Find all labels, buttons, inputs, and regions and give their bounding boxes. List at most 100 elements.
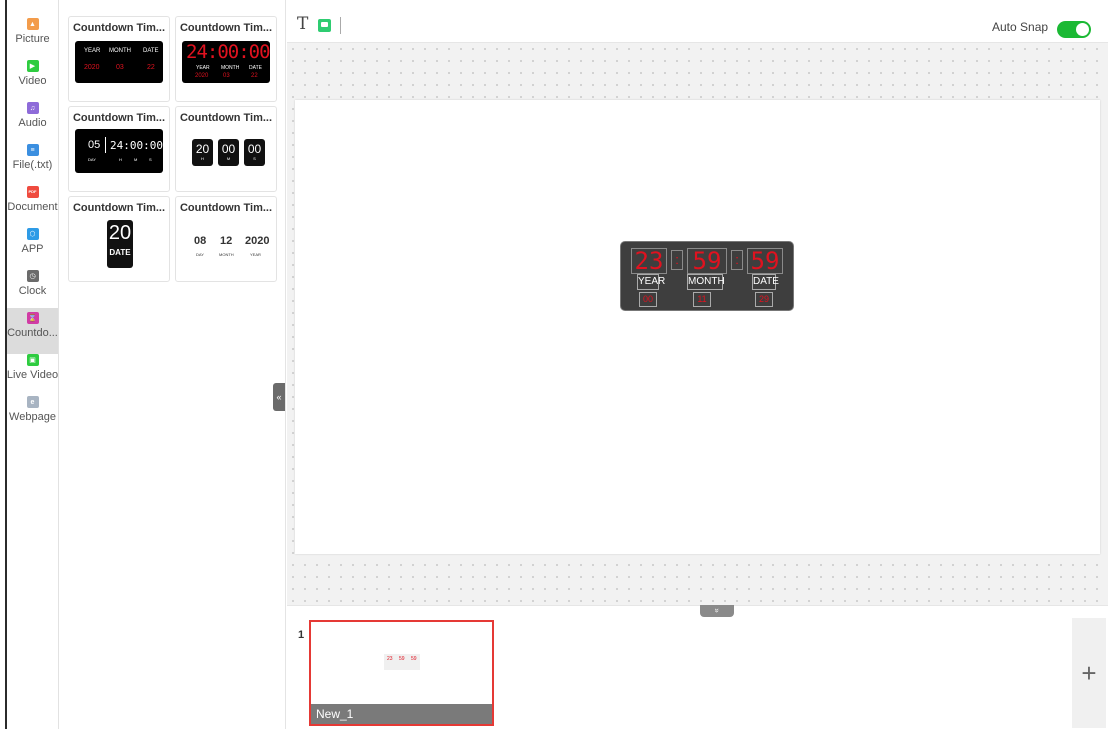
sidebar-item-label: Clock xyxy=(18,285,47,297)
thumbnail-preview: 23 59 59 xyxy=(384,654,420,670)
template-card-title: Countdown Tim... xyxy=(72,112,166,124)
template-card-title: Countdown Tim... xyxy=(72,22,166,34)
preview-digit: 00 xyxy=(247,142,262,156)
pdf-icon: PDF xyxy=(26,186,39,198)
preview-value: 22 xyxy=(251,73,258,79)
preview-number: 12 xyxy=(220,235,233,247)
preview-label: S xyxy=(253,156,256,161)
preview-label: S xyxy=(149,157,152,162)
template-card-title: Countdown Tim... xyxy=(179,22,273,34)
sidebar-item-label: Live Video xyxy=(6,369,59,381)
sidebar-item-label: Countdo... xyxy=(7,327,58,339)
program-name: New_1 xyxy=(311,704,492,724)
hours-digit: 23 xyxy=(631,248,667,274)
template-preview: 24:00:00 YEAR MONTH DATE 2020 03 22 xyxy=(182,41,270,83)
program-thumbnail[interactable]: 23 59 59 New_1 xyxy=(309,620,494,726)
program-stage[interactable]: 23 : 59 : 59 YEAR MONTH DATE 00 11 29 xyxy=(295,100,1100,554)
sidebar-item-label: Video xyxy=(18,75,47,87)
preview-flip-digit: 20 H xyxy=(192,139,213,166)
preview-time: 24:00:00 xyxy=(110,139,163,152)
colon-separator: : xyxy=(671,250,683,270)
video-icon: ▶ xyxy=(26,60,39,72)
sidebar-item-audio[interactable]: ♫ Audio xyxy=(7,98,58,144)
mini-digit: 23 xyxy=(387,656,393,662)
media-type-sidebar: ▲ Picture ▶ Video ♫ Audio ≡ File(.txt) PDF Docume… xyxy=(0,0,59,729)
sidebar-item-label: APP xyxy=(21,243,44,255)
preview-value: 22 xyxy=(147,64,155,71)
canvas-workspace[interactable]: 23 : 59 : 59 YEAR MONTH DATE 00 11 29 xyxy=(287,43,1108,605)
template-card-4[interactable]: Countdown Tim... 20 H 00 M 00 S xyxy=(175,106,277,192)
preview-label: DAY xyxy=(88,157,96,162)
template-preview: YEAR MONTH DATE 2020 03 22 xyxy=(75,41,163,83)
sidebar-item-label: Audio xyxy=(18,117,47,129)
preview-label: YEAR xyxy=(84,48,101,54)
template-card-5[interactable]: Countdown Tim... 20 DATE xyxy=(68,196,170,282)
sidebar-item-label: Picture xyxy=(15,33,50,45)
text-tool-icon[interactable]: T xyxy=(297,14,308,34)
date-value: 29 xyxy=(755,292,773,307)
sidebar-item-live-video[interactable]: ▣ Live Video xyxy=(7,350,58,396)
live-video-icon: ▣ xyxy=(26,354,39,366)
preview-value: 2020 xyxy=(195,73,209,79)
preview-number: 20 xyxy=(108,222,132,244)
template-card-title: Countdown Tim... xyxy=(179,112,273,124)
toggle-knob xyxy=(1076,23,1089,36)
add-program-button[interactable]: + xyxy=(1072,618,1106,728)
audio-icon: ♫ xyxy=(26,102,39,114)
template-card-6[interactable]: Countdown Tim... 08 12 2020 DAY MONTH YE… xyxy=(175,196,277,282)
program-strip: 1 23 59 59 New_1 + xyxy=(287,605,1108,729)
template-card-2[interactable]: Countdown Tim... 24:00:00 YEAR MONTH DAT… xyxy=(175,16,277,102)
chevron-down-icon: » xyxy=(712,608,722,613)
auto-snap-toggle[interactable] xyxy=(1057,21,1091,38)
image-tool-icon[interactable] xyxy=(318,19,331,32)
preview-value: 03 xyxy=(223,73,230,79)
preview-label: YEAR xyxy=(250,252,261,257)
preview-time: 24:00:00 xyxy=(186,41,270,63)
preview-value: 2020 xyxy=(84,64,100,71)
sidebar-item-video[interactable]: ▶ Video xyxy=(7,56,58,102)
preview-label: M xyxy=(226,156,231,161)
preview-digit: 00 xyxy=(221,142,236,156)
webpage-icon: e xyxy=(26,396,39,408)
countdown-widget[interactable]: 23 : 59 : 59 YEAR MONTH DATE 00 11 29 xyxy=(620,241,794,311)
sidebar-item-document[interactable]: PDF Document xyxy=(7,182,58,228)
preview-label: MONTH xyxy=(221,65,240,71)
sidebar-item-app[interactable]: ⬡ APP xyxy=(7,224,58,270)
countdown-icon: ⌛ xyxy=(26,312,39,324)
preview-label: MONTH xyxy=(109,48,131,54)
preview-label: MONTH xyxy=(219,252,234,257)
sidebar-item-file-txt[interactable]: ≡ File(.txt) xyxy=(7,140,58,186)
month-label: MONTH xyxy=(687,274,725,290)
sidebar-item-countdo[interactable]: ⌛ Countdo... xyxy=(7,308,58,354)
preview-divider xyxy=(105,137,106,153)
clock-icon: ◷ xyxy=(26,270,39,282)
preview-label: M xyxy=(134,157,138,162)
window-edge xyxy=(0,0,7,729)
template-panel: Countdown Tim... YEAR MONTH DATE 2020 03… xyxy=(59,0,286,729)
template-card-3[interactable]: Countdown Tim... 05 24:00:00 DAY H M S xyxy=(68,106,170,192)
sidebar-item-label: File(.txt) xyxy=(12,159,53,171)
preview-label: YEAR xyxy=(196,65,210,71)
sidebar-item-label: Webpage xyxy=(9,411,56,423)
date-label: DATE xyxy=(752,274,779,290)
preview-caption: DATE xyxy=(109,248,131,257)
preview-number: 08 xyxy=(194,235,207,247)
preview-flip-digit: 00 S xyxy=(244,139,265,166)
collapse-panel-button[interactable]: « xyxy=(273,383,285,411)
canvas-toolbar: T Auto Snap xyxy=(287,10,1108,43)
year-value: 00 xyxy=(639,292,657,307)
sidebar-item-clock[interactable]: ◷ Clock xyxy=(7,266,58,312)
preview-flip-digit: 00 M xyxy=(218,139,239,166)
sidebar-item-picture[interactable]: ▲ Picture xyxy=(7,14,58,60)
preview-value: 03 xyxy=(116,64,124,71)
preview-label: H xyxy=(201,156,204,161)
sidebar-item-webpage[interactable]: e Webpage xyxy=(7,392,58,438)
template-card-1[interactable]: Countdown Tim... YEAR MONTH DATE 2020 03… xyxy=(68,16,170,102)
template-preview: 05 24:00:00 DAY H M S xyxy=(75,129,163,173)
expand-strip-button[interactable]: » xyxy=(700,605,734,617)
colon-separator: : xyxy=(731,250,743,270)
preview-date-block: 20 DATE xyxy=(107,220,133,268)
slide-number: 1 xyxy=(298,629,305,641)
preview-label: DATE xyxy=(249,65,262,71)
auto-snap-label: Auto Snap xyxy=(992,20,1049,34)
